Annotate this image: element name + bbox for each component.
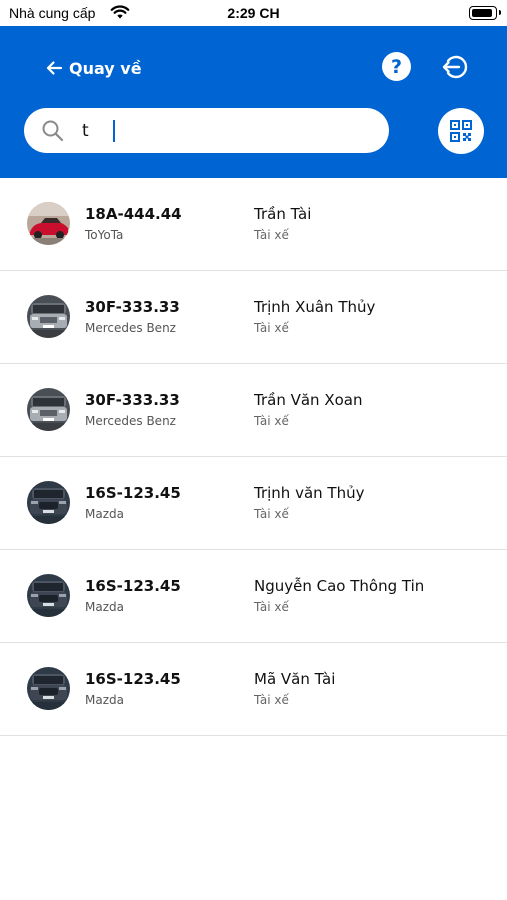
driver-role: Tài xế	[254, 693, 289, 707]
status-time: 2:29 CH	[227, 5, 280, 21]
driver-role: Tài xế	[254, 228, 289, 242]
plate-number: 30F-333.33	[85, 298, 180, 316]
list-item[interactable]: 16S-123.45 Mazda Mã Văn Tài Tài xế	[0, 643, 507, 736]
help-icon: ?	[390, 55, 403, 78]
driver-role: Tài xế	[254, 507, 289, 521]
header: Quay về ?	[0, 26, 507, 178]
list-item[interactable]: 30F-333.33 Mercedes Benz Trần Văn Xoan T…	[0, 364, 507, 457]
plate-number: 16S-123.45	[85, 577, 181, 595]
driver-name: Trần Văn Xoan	[254, 391, 363, 409]
arrow-left-icon	[46, 61, 63, 75]
vehicle-list: 18A-444.44 ToYoTa Trần Tài Tài xế 30F-33…	[0, 178, 507, 736]
battery-icon	[469, 6, 501, 20]
car-brand: Mazda	[85, 507, 124, 521]
plate-number: 16S-123.45	[85, 670, 181, 688]
car-photo	[27, 667, 70, 710]
car-photo	[27, 388, 70, 431]
car-photo	[27, 481, 70, 524]
driver-name: Trần Tài	[254, 205, 312, 223]
driver-role: Tài xế	[254, 321, 289, 335]
driver-name: Nguyễn Cao Thông Tin	[254, 577, 425, 595]
qr-code-icon	[450, 120, 472, 142]
back-label: Quay về	[69, 58, 142, 78]
car-photo	[27, 295, 70, 338]
logout-icon	[442, 55, 468, 79]
plate-number: 16S-123.45	[85, 484, 181, 502]
car-brand: Mercedes Benz	[85, 414, 176, 428]
driver-name: Mã Văn Tài	[254, 670, 336, 688]
driver-role: Tài xế	[254, 600, 289, 614]
plate-number: 18A-444.44	[85, 205, 182, 223]
help-button[interactable]: ?	[382, 52, 411, 81]
list-item[interactable]: 16S-123.45 Mazda Nguyễn Cao Thông Tin Tà…	[0, 550, 507, 643]
search-input[interactable]	[82, 116, 372, 145]
car-brand: Mercedes Benz	[85, 321, 176, 335]
status-bar: Nhà cung cấp 2:29 CH	[0, 0, 507, 26]
car-brand: ToYoTa	[85, 228, 124, 242]
car-brand: Mazda	[85, 693, 124, 707]
car-photo	[27, 202, 70, 245]
list-item[interactable]: 30F-333.33 Mercedes Benz Trịnh Xuân Thủy…	[0, 271, 507, 364]
list-item[interactable]: 16S-123.45 Mazda Trịnh văn Thủy Tài xế	[0, 457, 507, 550]
list-item[interactable]: 18A-444.44 ToYoTa Trần Tài Tài xế	[0, 178, 507, 271]
search-bar	[24, 108, 389, 153]
qr-scan-button[interactable]	[438, 108, 484, 154]
car-photo	[27, 574, 70, 617]
logout-button[interactable]	[440, 52, 470, 82]
back-button[interactable]: Quay về	[45, 54, 142, 82]
driver-role: Tài xế	[254, 414, 289, 428]
driver-name: Trịnh Xuân Thủy	[254, 298, 376, 316]
text-cursor	[113, 120, 115, 142]
car-brand: Mazda	[85, 600, 124, 614]
plate-number: 30F-333.33	[85, 391, 180, 409]
search-icon	[41, 119, 65, 147]
driver-name: Trịnh văn Thủy	[254, 484, 365, 502]
